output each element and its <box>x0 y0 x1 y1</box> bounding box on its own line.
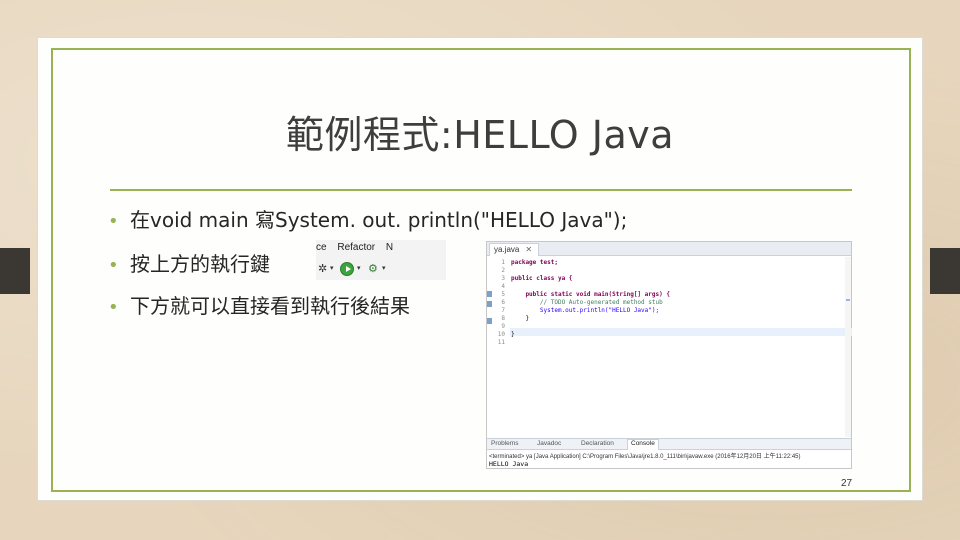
chevron-down-icon[interactable]: ▾ <box>330 262 334 276</box>
line-number: 5 <box>501 291 505 298</box>
editor-tabbar: ya.java ✕ <box>487 242 851 256</box>
code-line: public static void main(String[] args) { <box>511 291 670 298</box>
tab-declaration[interactable]: Declaration <box>581 440 614 447</box>
menu-item-refactor[interactable]: Refactor <box>337 242 375 253</box>
title-divider <box>110 189 852 191</box>
line-number: 4 <box>501 283 505 290</box>
line-number-gutter: 1 2 3 4 5 6 7 8 9 10 11 <box>487 257 509 349</box>
bullet-dot: • <box>108 297 119 318</box>
line-number: 8 <box>501 315 505 322</box>
bullet-item: • 下方就可以直接看到執行後結果 <box>108 290 410 319</box>
menu-item[interactable]: N <box>386 242 393 253</box>
bottom-panel-tabs: Problems Javadoc Declaration Console <box>487 438 851 450</box>
line-number: 9 <box>501 323 505 330</box>
external-tools-icon[interactable]: ⚙ <box>368 262 378 276</box>
menu-item[interactable]: ce <box>316 242 327 253</box>
slide: 範例程式:HELLO Java • 在void main 寫System. out… <box>38 38 922 500</box>
bullet-dot: • <box>108 255 119 276</box>
tab-javadoc[interactable]: Javadoc <box>537 440 561 447</box>
code-line: System.out.println("HELLO Java"); <box>511 307 660 314</box>
line-number: 3 <box>501 275 505 282</box>
code-line: } <box>511 315 530 322</box>
code-line: package test; <box>511 259 558 266</box>
console-status: <terminated> ya [Java Application] C:\Pr… <box>489 454 801 460</box>
run-button[interactable] <box>340 262 354 276</box>
page-number: 27 <box>841 478 853 489</box>
tab-problems[interactable]: Problems <box>491 440 518 447</box>
close-icon[interactable]: ✕ <box>525 245 532 254</box>
bullet-text: 下方就可以直接看到執行後結果 <box>130 294 410 318</box>
code-line: // TODO Auto-generated method stub <box>511 299 663 306</box>
debug-icon[interactable]: ✲ <box>318 262 327 276</box>
current-line-highlight <box>510 328 852 336</box>
toolbar-icons: ✲ ▾ ▾ ⚙ ▾ <box>316 260 446 278</box>
overview-ruler[interactable] <box>845 257 851 437</box>
right-decorative-tab <box>930 248 960 294</box>
line-number: 6 <box>501 299 505 306</box>
editor-tab-label: ya.java <box>494 245 520 254</box>
chevron-down-icon[interactable]: ▾ <box>357 262 361 276</box>
chevron-down-icon[interactable]: ▾ <box>382 262 386 276</box>
line-number: 2 <box>501 267 505 274</box>
bullet-text: 按上方的執行鍵 <box>130 252 270 276</box>
line-number: 1 <box>501 259 505 266</box>
code-line: } <box>511 331 515 338</box>
console-output: HELLO Java <box>489 460 529 468</box>
slide-title: 範例程式:HELLO Java <box>285 113 675 157</box>
bullet-text: 在void main 寫System. out. println("HELLO … <box>130 208 628 232</box>
eclipse-ide-window: ya.java ✕ 1 2 3 4 5 6 7 8 9 10 11 package… <box>486 241 852 469</box>
bullet-dot: • <box>108 211 119 232</box>
bullet-item: • 在void main 寫System. out. println("HELLO… <box>108 204 627 233</box>
tab-console[interactable]: Console <box>627 439 659 450</box>
line-number: 11 <box>497 339 505 346</box>
menu-bar: ce Refactor N <box>316 242 401 253</box>
line-number: 10 <box>497 331 505 338</box>
line-number: 7 <box>501 307 505 314</box>
editor-tab[interactable]: ya.java ✕ <box>489 243 540 256</box>
left-decorative-tab <box>0 248 30 294</box>
eclipse-toolbar-snippet: ce Refactor N ✲ ▾ ▾ ⚙ ▾ <box>316 240 446 280</box>
code-line: public class ya { <box>511 275 573 282</box>
bullet-item: • 按上方的執行鍵 <box>108 248 270 277</box>
